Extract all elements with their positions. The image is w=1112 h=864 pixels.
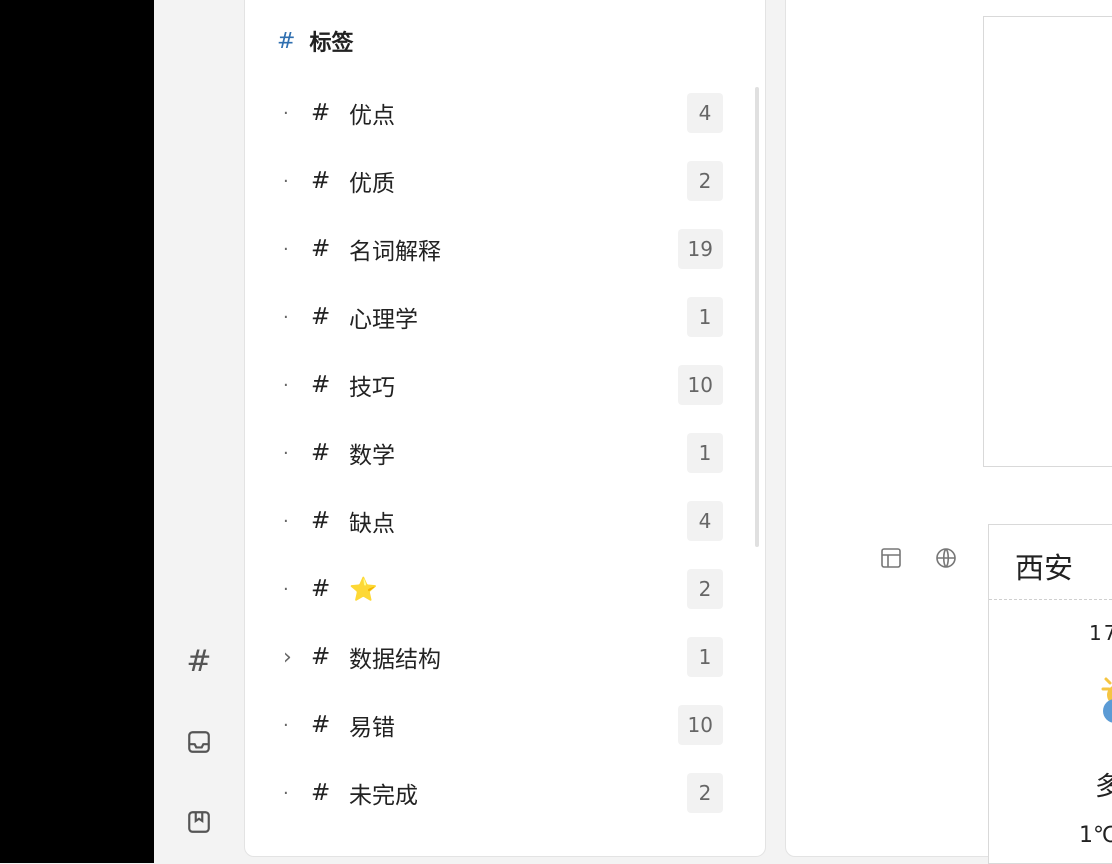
weather-temperature: 1℃ (1079, 823, 1112, 848)
tag-row[interactable]: · # 优质 2 (273, 161, 723, 201)
tag-name: 名词解释 (349, 239, 441, 265)
main-panel: 西安 17 多 1℃ (785, 0, 1112, 864)
weather-divider (989, 599, 1112, 600)
tag-hash-icon: # (311, 372, 331, 398)
tag-count-badge: 19 (677, 229, 723, 269)
tag-count-badge: 10 (677, 705, 723, 745)
bullet-icon: · (283, 510, 289, 532)
tag-name: 数学 (349, 443, 395, 469)
tag-hash-icon: # (311, 508, 331, 534)
tag-row[interactable]: · # ⭐ 2 (273, 569, 723, 609)
weather-widget: 西安 17 多 1℃ (988, 524, 1112, 864)
weather-description: 多 (1095, 772, 1112, 802)
tag-panel: # 标签 · # 优点 4 · # 优质 2 · # 名词解释 19 · # 心… (244, 0, 766, 857)
preview-frame (983, 16, 1112, 467)
tag-header-hash-icon: # (277, 28, 296, 54)
bookmark-nav-button[interactable] (183, 806, 215, 838)
tag-hash-icon: # (311, 440, 331, 466)
bookmark-icon (188, 811, 210, 833)
tag-name: 优质 (349, 171, 395, 197)
hash-icon: # (186, 643, 212, 679)
tag-row[interactable]: › # 数据结构 1 (273, 637, 723, 677)
tag-row[interactable]: · # 名词解释 19 (273, 229, 723, 269)
tag-name: 缺点 (349, 511, 395, 537)
tag-row[interactable]: · # 缺点 4 (273, 501, 723, 541)
bullet-icon: · (283, 102, 289, 124)
tag-list-scrollbar[interactable] (755, 87, 759, 547)
inbox-icon (188, 731, 210, 753)
star-emoji-tag: ⭐ (349, 576, 378, 603)
bullet-icon: · (283, 442, 289, 464)
tag-count-badge: 4 (687, 93, 723, 133)
tag-count-badge: 1 (687, 433, 723, 473)
tag-count-badge: 2 (687, 569, 723, 609)
weather-city: 西安 (1015, 551, 1074, 585)
bullet-icon: · (283, 170, 289, 192)
globe-icon (936, 548, 956, 568)
tag-count-badge: 1 (687, 637, 723, 677)
tag-row[interactable]: · # 技巧 10 (273, 365, 723, 405)
tag-hash-icon: # (311, 712, 331, 738)
bullet-icon: · (283, 578, 289, 600)
left-rail: # (154, 0, 244, 863)
tag-row[interactable]: · # 未完成 2 (273, 773, 723, 813)
tag-name: 未完成 (349, 783, 418, 809)
bullet-icon: · (283, 782, 289, 804)
tag-count-badge: 1 (687, 297, 723, 337)
tags-nav-button[interactable]: # (183, 643, 215, 679)
tag-hash-icon: # (311, 576, 331, 602)
tag-panel-header: # 标签 (277, 25, 353, 57)
tag-row[interactable]: · # 心理学 1 (273, 297, 723, 337)
tag-name: 优点 (349, 103, 395, 129)
tag-hash-icon: # (311, 304, 331, 330)
inbox-nav-button[interactable] (183, 726, 215, 758)
screen-edge (0, 0, 154, 863)
chevron-right-icon[interactable]: › (273, 645, 311, 670)
tag-row[interactable]: · # 易错 10 (273, 705, 723, 745)
tag-hash-icon: # (311, 780, 331, 806)
tag-name: 心理学 (349, 307, 418, 333)
tag-name: 易错 (349, 715, 395, 741)
layout-button[interactable] (877, 544, 905, 572)
tag-count-badge: 2 (687, 161, 723, 201)
tag-hash-icon: # (311, 100, 331, 126)
tag-row[interactable]: · # 数学 1 (273, 433, 723, 473)
tag-hash-icon: # (311, 168, 331, 194)
globe-button[interactable] (932, 544, 960, 572)
weather-date: 17 (1089, 621, 1112, 645)
bullet-icon: · (283, 306, 289, 328)
tag-row[interactable]: · # 优点 4 (273, 93, 723, 133)
bullet-icon: · (283, 374, 289, 396)
tag-panel-title: 标签 (309, 31, 354, 56)
tag-name: 数据结构 (349, 647, 441, 673)
tag-hash-icon: # (311, 236, 331, 262)
bullet-icon: · (283, 238, 289, 260)
tag-name: 技巧 (349, 375, 395, 401)
bullet-icon: · (283, 714, 289, 736)
tag-count-badge: 4 (687, 501, 723, 541)
tag-count-badge: 10 (677, 365, 723, 405)
tag-hash-icon: # (311, 644, 331, 670)
partly-cloudy-icon (1101, 677, 1112, 723)
layout-icon (881, 548, 901, 568)
tag-count-badge: 2 (687, 773, 723, 813)
